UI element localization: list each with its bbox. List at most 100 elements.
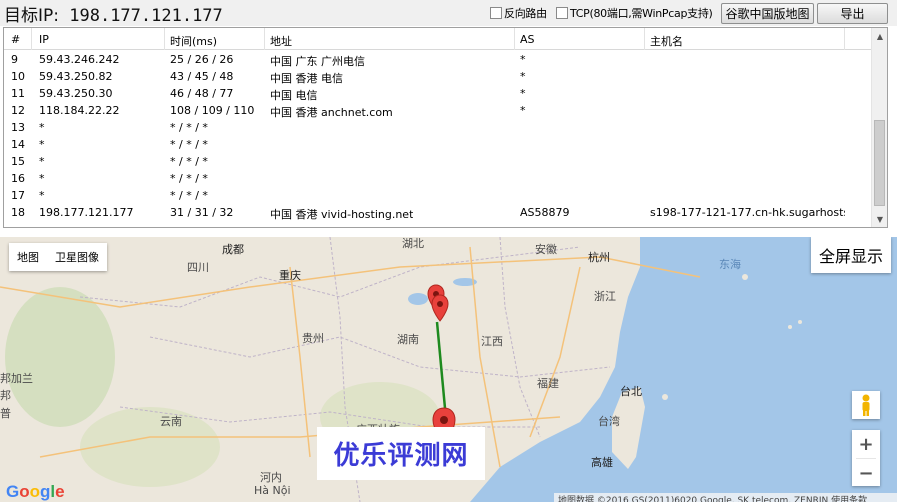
checkbox-box[interactable] — [490, 7, 502, 19]
cell-time: * / * / * — [170, 189, 208, 202]
pegman-icon[interactable] — [852, 391, 880, 419]
cell-ip: * — [39, 138, 45, 151]
reverse-route-checkbox[interactable]: 反向路由 — [490, 5, 547, 21]
map-label: 高雄 — [591, 456, 613, 469]
map-type-map-button[interactable]: 地图 — [9, 249, 47, 265]
map-label: 成都 — [222, 243, 244, 256]
map-label: 贵州 — [302, 332, 324, 345]
map-label: Hà Nội — [254, 484, 291, 497]
cell-time: 46 / 48 / 77 — [170, 87, 234, 100]
table-row[interactable]: 17 * * / * / * — [4, 187, 872, 204]
column-header-address[interactable]: 地址 — [270, 33, 292, 49]
column-header-index[interactable]: # — [11, 33, 20, 46]
sea-area — [470, 237, 897, 502]
google-china-map-button[interactable]: 谷歌中国版地图 — [721, 3, 814, 24]
table-header: # IP 时间(ms) 地址 AS 主机名 — [4, 28, 872, 50]
column-header-time[interactable]: 时间(ms) — [170, 33, 217, 49]
scroll-thumb[interactable] — [874, 120, 885, 206]
tcp-checkbox[interactable]: TCP(80端口,需WinPcap支持) — [556, 5, 713, 21]
cell-as: * — [520, 87, 526, 100]
zoom-in-button[interactable]: + — [852, 430, 880, 458]
cell-as: * — [520, 104, 526, 117]
zoom-control: + − — [852, 430, 880, 486]
map-attribution[interactable]: 地图数据 ©2016 GS(2011)6020 Google, SK telec… — [554, 493, 897, 502]
map-label: 台北 — [620, 385, 642, 398]
lake — [408, 293, 428, 305]
map-label: 杭州 — [588, 251, 610, 264]
table-row[interactable]: 9 59.43.246.242 25 / 26 / 26 中国 广东 广州电信 * — [4, 51, 872, 68]
route-line — [435, 321, 448, 420]
table-row[interactable]: 18 198.177.121.177 31 / 31 / 32 中国 香港 vivid… — [4, 204, 872, 221]
cell-time: * / * / * — [170, 138, 208, 151]
table-scrollbar[interactable]: ▲ ▼ — [871, 28, 887, 227]
map-label: 安徽 — [535, 243, 557, 256]
cell-address: 中国 香港 vivid-hosting.net — [270, 208, 414, 221]
cell-address: 中国 香港 anchnet.com — [270, 106, 393, 119]
table-row[interactable]: 15 * * / * / * — [4, 153, 872, 170]
top-toolbar: 目标IP: 198.177.121.177 反向路由 TCP(80端口,需Win… — [0, 0, 897, 26]
map-label: 湖南 — [397, 333, 419, 346]
map-type-control: 地图 卫星图像 — [9, 243, 107, 271]
cell-time: 25 / 26 / 26 — [170, 53, 234, 66]
cell-index: 18 — [11, 206, 25, 219]
target-ip-label: 目标IP: — [4, 6, 59, 26]
map-label: 东海 — [719, 258, 741, 271]
cell-ip: * — [39, 155, 45, 168]
cell-ip: * — [39, 172, 45, 185]
scroll-up-icon[interactable]: ▲ — [872, 28, 887, 44]
mountain-area — [5, 287, 115, 427]
cell-index: 11 — [11, 87, 25, 100]
cell-as: AS58879 — [520, 206, 570, 219]
table-row[interactable]: 10 59.43.250.82 43 / 45 / 48 中国 香港 电信 * — [4, 68, 872, 85]
map-label: 普 — [0, 407, 11, 420]
cell-index: 16 — [11, 172, 25, 185]
checkbox-box[interactable] — [556, 7, 568, 19]
google-logo: Google — [6, 482, 65, 501]
cell-index: 15 — [11, 155, 25, 168]
map-label: 重庆 — [279, 269, 301, 282]
zoom-out-button[interactable]: − — [852, 459, 880, 487]
reverse-route-label: 反向路由 — [504, 7, 547, 20]
cell-address: 中国 香港 电信 — [270, 72, 343, 85]
cell-time: 43 / 45 / 48 — [170, 70, 234, 83]
fullscreen-button[interactable]: 全屏显示 — [810, 237, 891, 273]
cell-ip: 118.184.22.22 — [39, 104, 120, 117]
map-label: 四川 — [187, 261, 209, 274]
column-header-ip[interactable]: IP — [39, 33, 49, 46]
cell-ip: 59.43.250.82 — [39, 70, 113, 83]
cell-ip: 59.43.250.30 — [39, 87, 113, 100]
scroll-down-icon[interactable]: ▼ — [872, 211, 887, 227]
column-header-as[interactable]: AS — [520, 33, 535, 46]
map-type-satellite-button[interactable]: 卫星图像 — [47, 249, 107, 265]
map-label: 江西 — [481, 335, 503, 348]
table-row[interactable]: 11 59.43.250.30 46 / 48 / 77 中国 电信 * — [4, 85, 872, 102]
street-view-control[interactable] — [852, 391, 880, 419]
tcp-label: TCP(80端口,需WinPcap支持) — [570, 7, 713, 20]
cell-time: * / * / * — [170, 172, 208, 185]
cell-ip: 198.177.121.177 — [39, 206, 134, 219]
table-row[interactable]: 14 * * / * / * — [4, 136, 872, 153]
map-label: 云南 — [160, 415, 182, 428]
target-ip-display: 目标IP: 198.177.121.177 — [4, 1, 223, 26]
table-row[interactable]: 16 * * / * / * — [4, 170, 872, 187]
cell-hostname: s198-177-121-177.cn-hk.sugarhosts... — [650, 206, 845, 219]
target-ip-value: 198.177.121.177 — [69, 6, 223, 26]
table-body: 9 59.43.246.242 25 / 26 / 26 中国 广东 广州电信 * 10 5… — [4, 51, 872, 221]
cell-address: 中国 电信 — [270, 89, 318, 102]
column-header-hostname[interactable]: 主机名 — [650, 33, 683, 49]
cell-index: 14 — [11, 138, 25, 151]
map-label: 河内 — [260, 471, 282, 484]
watermark-overlay: 优乐评测网 — [317, 427, 485, 480]
map-label: 福建 — [537, 377, 559, 390]
map-label: 湖北 — [402, 237, 424, 250]
export-button[interactable]: 导出 — [817, 3, 888, 24]
cell-index: 10 — [11, 70, 25, 83]
map-label: 浙江 — [594, 290, 616, 303]
map-label: 台湾 — [598, 415, 620, 428]
cell-index: 9 — [11, 53, 18, 66]
route-map[interactable]: 成都 湖北 安徽 杭州 东海 四川 重庆 浙江 贵州 湖南 江西 邦加兰 福建 … — [0, 237, 897, 502]
trace-table: # IP 时间(ms) 地址 AS 主机名 9 59.43.246.242 25 /… — [3, 27, 888, 228]
table-row[interactable]: 12 118.184.22.22 108 / 109 / 110 中国 香港 anch… — [4, 102, 872, 119]
table-row[interactable]: 13 * * / * / * — [4, 119, 872, 136]
cell-ip: * — [39, 121, 45, 134]
